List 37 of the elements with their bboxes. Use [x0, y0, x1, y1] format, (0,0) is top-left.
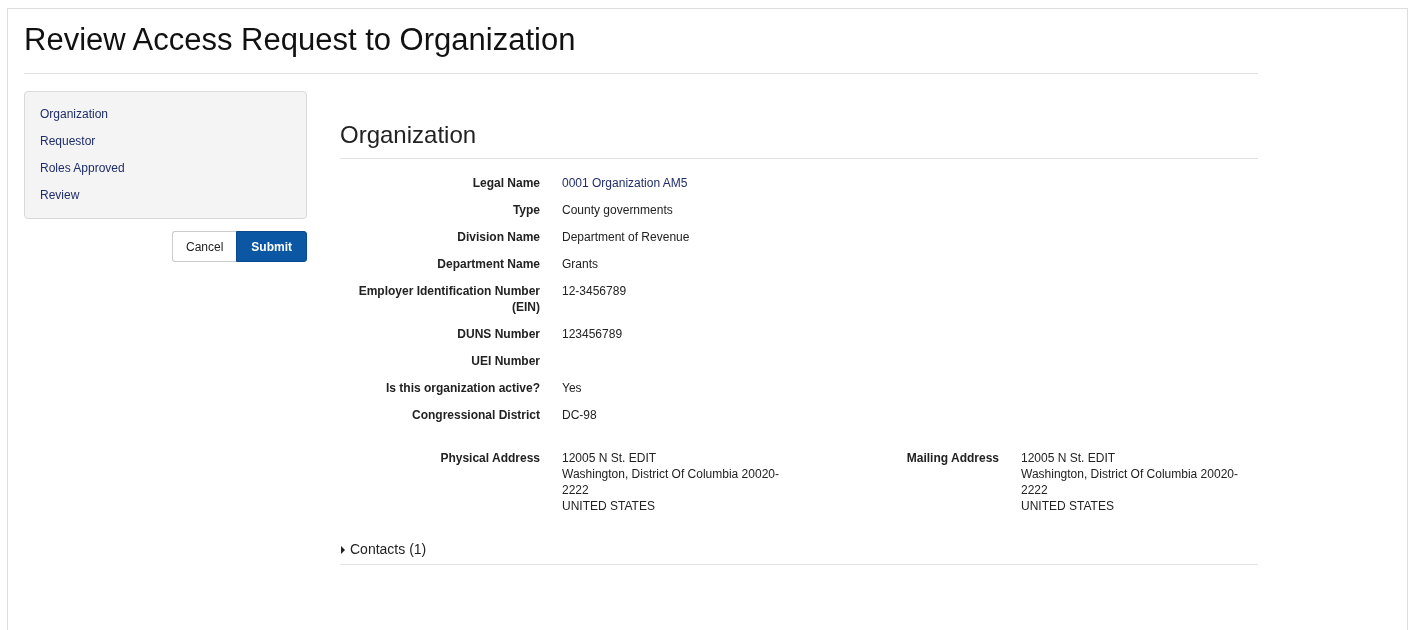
sidebar-link[interactable]: Requestor: [40, 133, 96, 150]
submit-button[interactable]: Submit: [236, 231, 307, 262]
field-label: Is this organization active?: [384, 380, 540, 396]
address-label: Mailing Address: [905, 450, 999, 467]
sidebar-link[interactable]: Review: [40, 187, 80, 204]
field-value: 12-3456789: [562, 283, 627, 299]
field-value: 123456789: [562, 326, 623, 342]
section-heading: Organization: [340, 121, 1258, 159]
address-line: Washington, District Of Columbia 20020-: [562, 466, 779, 482]
address-line: 2222: [1021, 482, 1048, 498]
field-value: Yes: [562, 380, 582, 396]
address-line: 12005 N St. EDIT: [1021, 450, 1116, 466]
field-label: Legal Name: [471, 175, 540, 191]
address-line: UNITED STATES: [1021, 498, 1114, 514]
address-line: 12005 N St. EDIT: [562, 450, 657, 466]
address-line: Washington, District Of Columbia 20020-: [1021, 466, 1238, 482]
cancel-button[interactable]: Cancel: [171, 231, 237, 262]
field-label: UEI Number: [470, 353, 540, 369]
field-label: Division Name: [456, 229, 540, 245]
field-value: Grants: [562, 256, 598, 272]
contacts-toggle[interactable]: Contacts (1): [340, 541, 427, 558]
field-value: Department of Revenue: [562, 229, 690, 245]
sidebar-link[interactable]: Organization: [40, 106, 109, 123]
field-label: Congressional District: [410, 407, 540, 423]
address-label: Physical Address: [439, 450, 540, 467]
field-label: DUNS Number: [456, 326, 540, 342]
field-label: Type: [511, 202, 540, 218]
field-value: DC-98: [562, 407, 597, 423]
field-label: Department Name: [436, 256, 540, 272]
field-link[interactable]: 0001 Organization AM5: [562, 175, 688, 191]
address-line: 2222: [562, 482, 589, 498]
page-title: Review Access Request to Organization: [24, 9, 1258, 74]
field-value: County governments: [562, 202, 673, 218]
field-label: Employer Identification Number (EIN): [357, 283, 540, 315]
address-line: UNITED STATES: [562, 498, 655, 514]
caret-icon: [340, 545, 346, 554]
sidebar-link[interactable]: Roles Approved: [40, 160, 125, 177]
